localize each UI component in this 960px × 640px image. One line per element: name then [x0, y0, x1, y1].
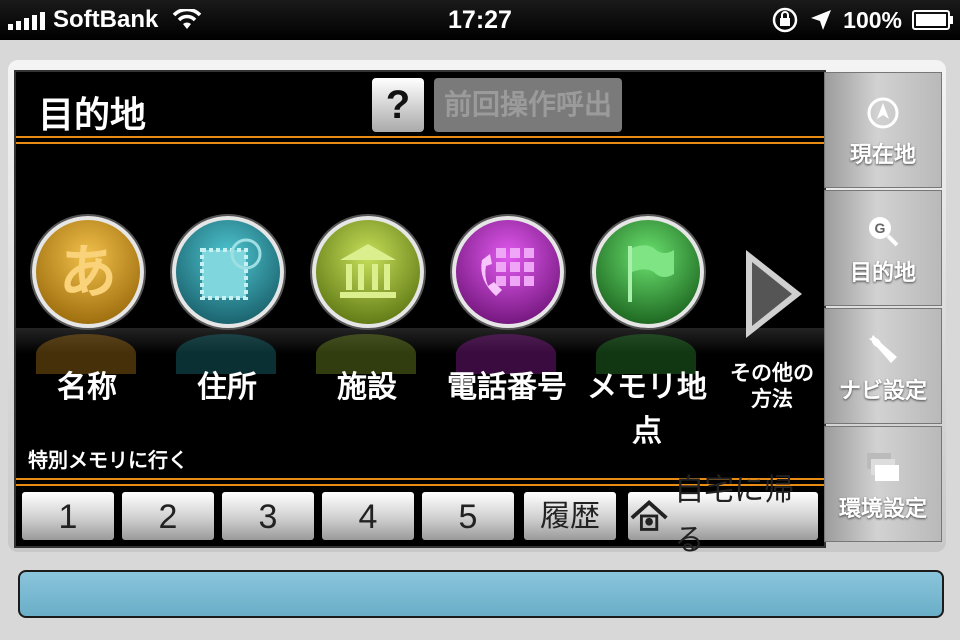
wrench-icon: [869, 335, 897, 363]
go-home-label: 自宅に帰る: [674, 473, 795, 558]
hiragana-a-icon: あ: [32, 216, 144, 328]
memory-3-button[interactable]: 3: [222, 492, 314, 540]
keypad-shape: [481, 248, 534, 296]
dest-phone-label: 電話番号: [447, 370, 567, 405]
sidebar-destination-label: 目的地: [849, 261, 916, 286]
svg-text:G: G: [875, 220, 886, 236]
memory-5-button[interactable]: 5: [422, 492, 514, 540]
page-title: 目的地: [38, 95, 147, 136]
postal-stamp-icon: [172, 216, 284, 328]
sidebar-environment-settings-label: 環境設定: [838, 497, 927, 522]
history-button[interactable]: 履歴: [524, 492, 616, 540]
memory-2-button[interactable]: 2: [122, 492, 214, 540]
battery-icon: [912, 10, 953, 30]
dest-phone-button[interactable]: 電話番号: [442, 212, 572, 412]
recall-last-operation-button[interactable]: 前回操作呼出: [434, 78, 622, 132]
hiragana-glyph: あ: [58, 238, 117, 306]
dest-name-label: 名称: [57, 370, 117, 405]
info-bar: [18, 570, 944, 618]
dest-address-label: 住所: [197, 370, 257, 405]
divider: [16, 136, 824, 138]
status-bar: SoftBank 17:27 100%: [0, 0, 960, 40]
phone-keypad-icon: [452, 216, 564, 328]
home-icon: [630, 500, 668, 531]
go-home-button[interactable]: 自宅に帰る: [628, 473, 818, 558]
sidebar-navi-settings-button[interactable]: ナビ設定: [824, 308, 942, 424]
location-arrow-icon: [811, 10, 832, 30]
dest-address-button[interactable]: 住所: [162, 212, 292, 412]
divider: [16, 142, 824, 144]
sidebar-navi-settings-label: ナビ設定: [838, 379, 927, 404]
help-button[interactable]: ?: [372, 78, 424, 132]
compass-icon: [867, 97, 899, 129]
sidebar-environment-settings-button[interactable]: 環境設定: [824, 426, 942, 542]
dest-facility-label: 施設: [337, 370, 397, 405]
sidebar-current-location-label: 現在地: [849, 143, 916, 168]
other-methods-line1: その他の: [730, 361, 814, 385]
search-g-icon: G: [869, 217, 899, 247]
building-shape: [340, 244, 396, 298]
building-icon: [312, 216, 424, 328]
layers-icon: [867, 453, 899, 481]
memory-1-button[interactable]: 1: [22, 492, 114, 540]
dest-memory-button[interactable]: メモリ地点: [582, 212, 712, 449]
stamp-shape: [200, 238, 262, 300]
sidebar-current-location-button[interactable]: 現在地: [824, 72, 942, 188]
play-arrow-inner: [752, 262, 792, 326]
sidebar-destination-button[interactable]: G 目的地: [824, 190, 942, 306]
flag-icon: [592, 216, 704, 328]
other-methods-line2: 方法: [751, 387, 793, 411]
other-methods-button[interactable]: その他の 方法: [720, 360, 824, 412]
flag-shape: [628, 245, 674, 302]
rotation-lock-icon: [772, 7, 798, 33]
dest-name-button[interactable]: あ 名称: [22, 212, 152, 412]
destination-options: あ 名称 住所 施設 電話番号 メモリ地点: [16, 212, 824, 449]
special-memory-label: 特別メモリに行く: [28, 448, 188, 472]
memory-4-button[interactable]: 4: [322, 492, 414, 540]
battery-percent: 100%: [843, 6, 902, 33]
dest-facility-button[interactable]: 施設: [302, 212, 432, 412]
dest-memory-label: メモリ地点: [587, 370, 707, 449]
destination-screen: 目的地 ? 前回操作呼出 あ 名称 住所 施設 電話番号 メモリ地点 その他の …: [14, 70, 826, 558]
